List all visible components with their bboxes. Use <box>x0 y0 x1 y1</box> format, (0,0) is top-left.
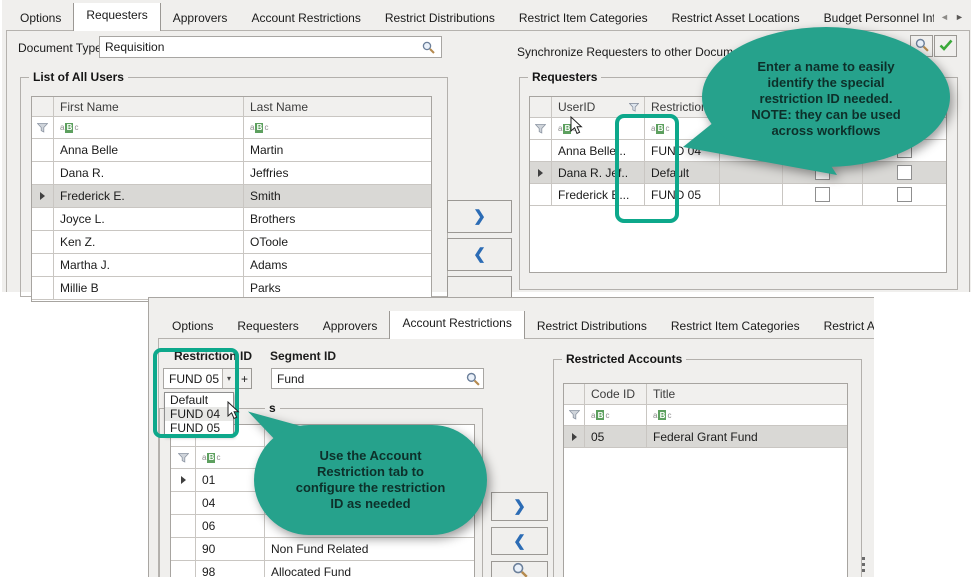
document-type-value: Requisition <box>105 40 164 54</box>
tab-account-restrictions[interactable]: Account Restrictions <box>389 311 524 339</box>
callout-bubble: Use the Account Restriction tab to confi… <box>254 425 487 535</box>
filter-row-icon <box>530 118 552 140</box>
col-code-id[interactable]: Code ID <box>585 384 647 405</box>
top-tab-bar: Options Requesters Approvers Account Res… <box>8 3 934 31</box>
synchronize-label: Synchronize Requesters to other Docum <box>517 45 733 59</box>
tab-options[interactable]: Options <box>160 314 225 339</box>
move-left-button[interactable]: ❮ <box>447 238 512 271</box>
col-last-name[interactable]: Last Name <box>244 97 431 117</box>
plus-icon: + <box>241 372 248 386</box>
grip-icon[interactable] <box>862 554 865 575</box>
users-grid: First Name Last Name aBc aBc Anna Belle … <box>31 96 432 302</box>
header-indicator-cell <box>530 97 552 118</box>
tab-requesters[interactable]: Requesters <box>73 3 160 31</box>
filter-last-name[interactable]: aBc <box>244 117 431 139</box>
restricted-accounts-title: Restricted Accounts <box>562 352 686 366</box>
tab-scroll-right-icon[interactable]: ► <box>955 13 964 22</box>
search-icon <box>512 562 528 577</box>
row-selected-icon <box>538 169 543 177</box>
tab-restrict-asset-locations[interactable]: Restrict Asset Locations <box>660 6 812 31</box>
header-indicator-cell <box>32 97 54 117</box>
checkbox[interactable] <box>897 187 912 202</box>
checkbox[interactable] <box>815 187 830 202</box>
panel-left-border <box>6 30 7 292</box>
sync-apply-button[interactable] <box>934 35 957 57</box>
table-row-selected[interactable]: 05 Federal Grant Fund <box>564 426 847 448</box>
tab-restrict-item-categories[interactable]: Restrict Item Categories <box>507 6 660 31</box>
table-row[interactable]: Anna Belle Martin <box>32 139 431 162</box>
header-indicator-cell <box>564 384 585 405</box>
tab-restrict-distributions[interactable]: Restrict Distributions <box>525 314 659 339</box>
table-row[interactable]: 90 Non Fund Related <box>171 538 474 561</box>
abc-filter-icon: aBc <box>202 453 220 463</box>
callout-bubble: Enter a name to easily identify the spec… <box>702 27 950 167</box>
panel-right-border <box>969 30 970 292</box>
tab-approvers[interactable]: Approvers <box>311 314 390 339</box>
restricted-accounts-grid: Code ID Title aBc aBc 05 Federal Grant F… <box>563 383 848 577</box>
search-accounts-button[interactable] <box>491 561 548 577</box>
tab-requesters[interactable]: Requesters <box>225 314 310 339</box>
chevron-left-icon: ❮ <box>513 534 526 549</box>
dropdown-button[interactable]: ▾ <box>719 164 720 181</box>
filter-first-name[interactable]: aBc <box>54 117 244 139</box>
screenshot-canvas: Options Requesters Approvers Account Res… <box>0 0 974 577</box>
chevron-right-icon: ❯ <box>513 499 526 514</box>
col-first-name[interactable]: First Name <box>54 97 244 117</box>
table-row[interactable]: Dana R. Jeffries <box>32 162 431 185</box>
chevron-left-icon: ❮ <box>473 247 486 262</box>
checkbox[interactable] <box>897 165 912 180</box>
move-right-button[interactable]: ❯ <box>447 200 512 233</box>
table-row[interactable]: Frederick E... FUND 05 <box>530 184 946 206</box>
mouse-cursor <box>570 116 583 138</box>
move-right-button[interactable]: ❯ <box>491 492 548 521</box>
filter-row-icon <box>564 405 585 426</box>
filter-code-id[interactable]: aBc <box>585 405 647 426</box>
abc-filter-icon: aBc <box>653 410 671 420</box>
abc-filter-icon: aBc <box>591 410 609 420</box>
restrictionid-highlight-box <box>615 114 679 223</box>
abc-filter-icon: aBc <box>250 123 268 133</box>
segment-id-label: Segment ID <box>270 349 336 363</box>
mouse-cursor <box>227 401 240 423</box>
add-restriction-button[interactable]: + <box>237 368 252 389</box>
tab-restrict-distributions[interactable]: Restrict Distributions <box>373 6 507 31</box>
search-icon[interactable] <box>466 372 480 389</box>
top-window: Options Requesters Approvers Account Res… <box>2 0 971 292</box>
search-icon[interactable] <box>417 38 439 56</box>
filter-row-icon <box>32 117 54 139</box>
table-row-selected[interactable]: Frederick E. Smith <box>32 185 431 208</box>
requesters-group-title: Requesters <box>528 70 601 84</box>
table-row[interactable]: Joyce L. Brothers <box>32 208 431 231</box>
checkmark-icon <box>939 39 953 54</box>
table-row-selected[interactable]: Dana R. Jef.. Default ▾ <box>530 162 946 184</box>
document-type-label: Document Type <box>18 41 102 55</box>
codes-group-title-fragment: s <box>265 401 280 415</box>
filter-title[interactable]: aBc <box>647 405 847 426</box>
row-selected-icon <box>181 476 186 484</box>
filter-active-icon[interactable] <box>629 103 639 112</box>
tab-scroll-left-icon[interactable]: ◄ <box>940 13 949 22</box>
bottom-window: Options Requesters Approvers Account Res… <box>148 297 874 577</box>
row-selected-icon <box>40 192 45 200</box>
table-row[interactable]: 98 Allocated Fund <box>171 561 474 577</box>
col-title[interactable]: Title <box>647 384 847 405</box>
table-row[interactable]: Ken Z. OToole <box>32 231 431 254</box>
move-left-button[interactable]: ❮ <box>491 527 548 555</box>
tab-restrict-item-categories[interactable]: Restrict Item Categories <box>659 314 812 339</box>
segment-id-value: Fund <box>277 372 304 386</box>
tab-restrict-asset-locations[interactable]: Restrict Asset Locations <box>812 314 874 339</box>
document-type-input[interactable]: Requisition <box>99 36 442 58</box>
filter-row-icon <box>171 447 196 469</box>
abc-filter-icon: aBc <box>60 123 78 133</box>
segment-id-input[interactable]: Fund <box>271 368 484 389</box>
bottom-tab-bar: Options Requesters Approvers Account Res… <box>160 311 874 339</box>
tab-options[interactable]: Options <box>8 6 73 31</box>
restriction-id-highlight-box <box>153 348 239 438</box>
users-group-title: List of All Users <box>29 70 128 84</box>
table-row[interactable]: Martha J. Adams <box>32 254 431 277</box>
tab-account-restrictions[interactable]: Account Restrictions <box>239 6 372 31</box>
tab-approvers[interactable]: Approvers <box>161 6 240 31</box>
chevron-right-icon: ❯ <box>473 209 486 224</box>
row-selected-icon <box>572 433 577 441</box>
